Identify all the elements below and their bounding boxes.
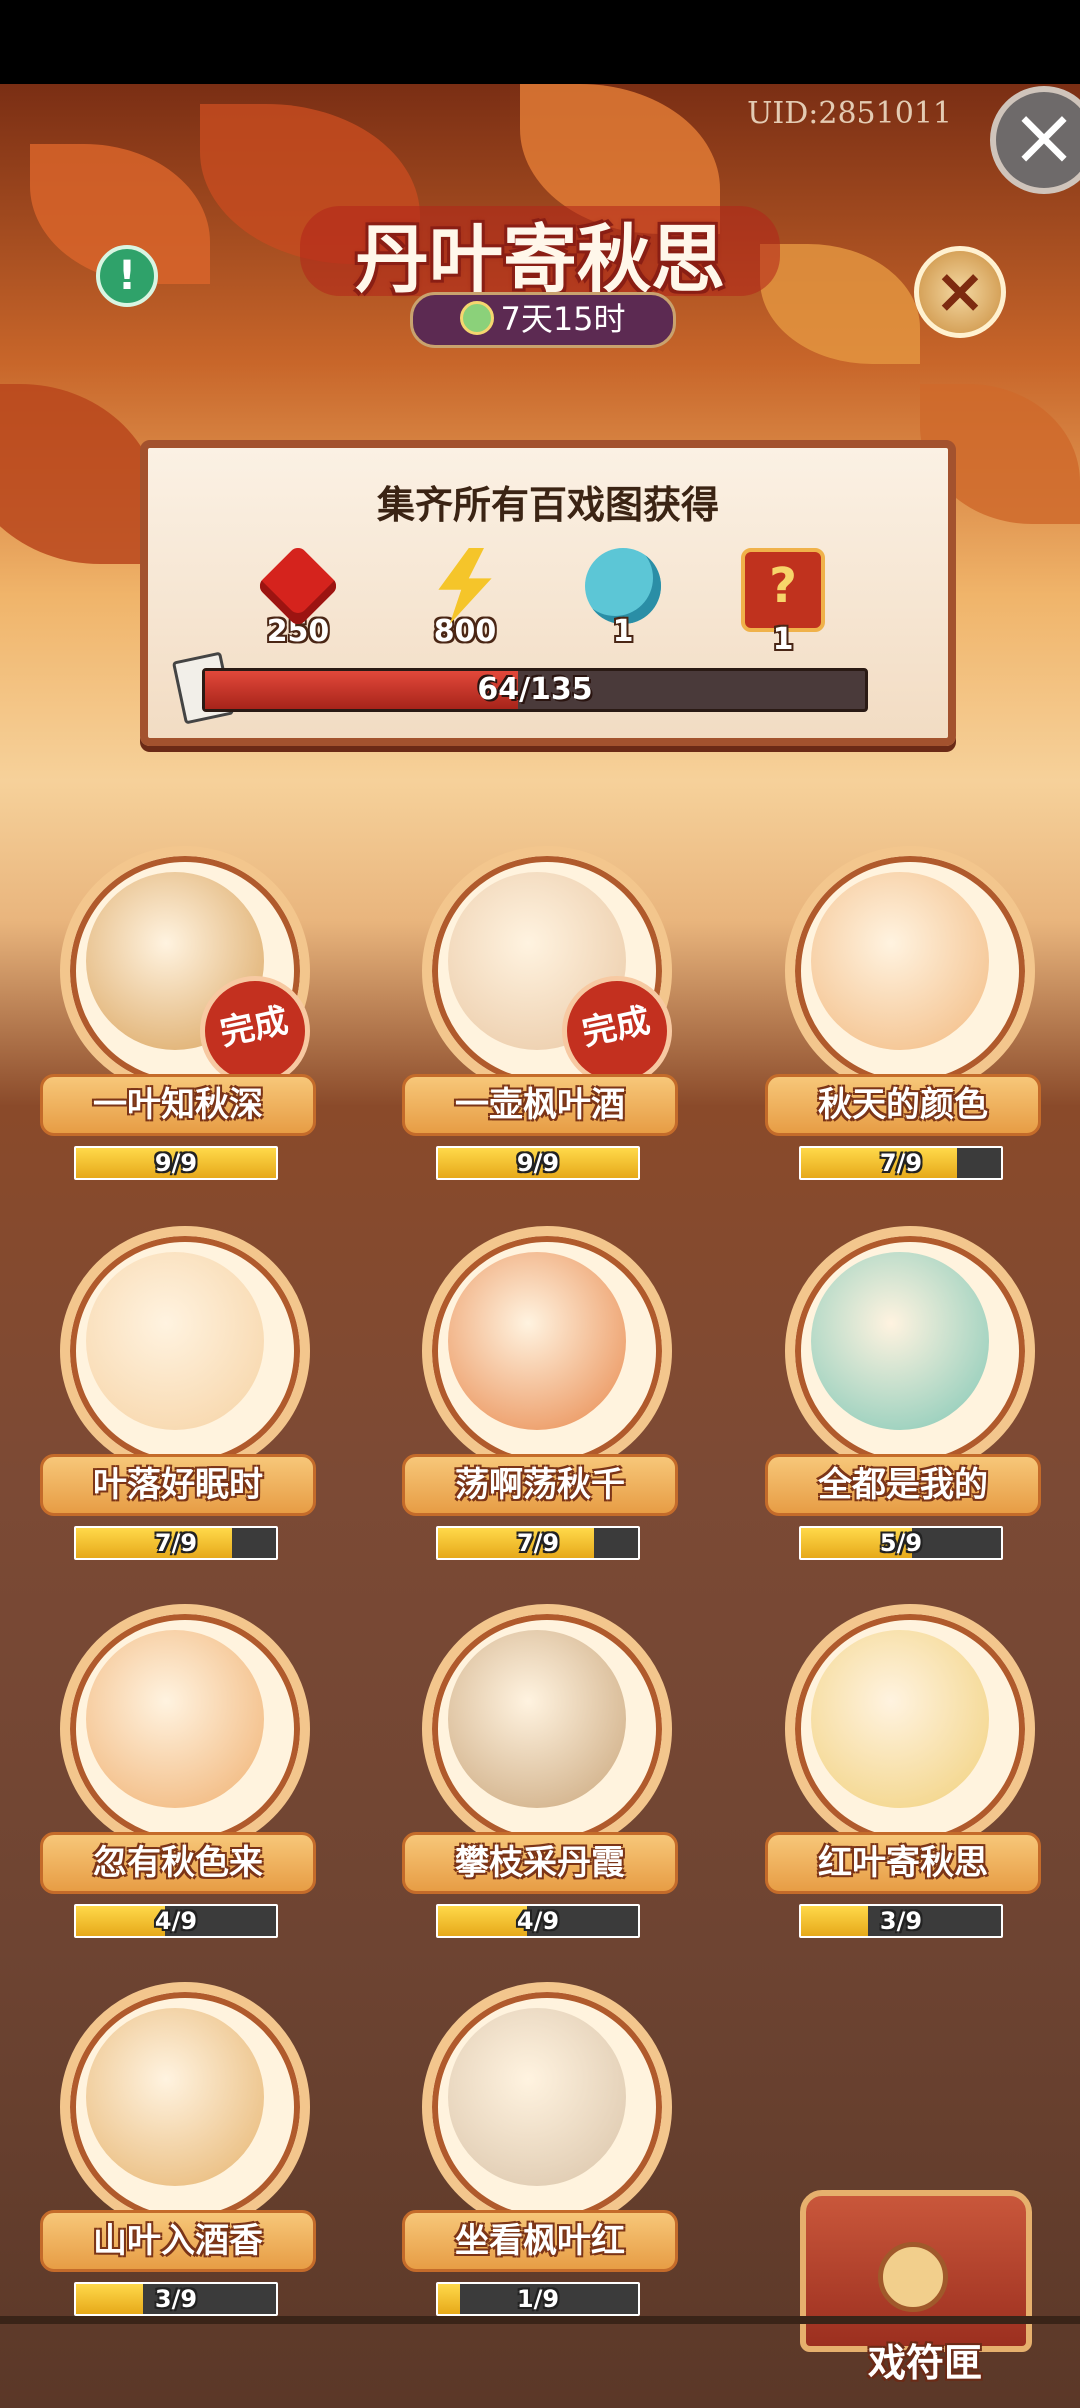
collection-progress-text: 7/9	[154, 1529, 198, 1557]
collection-progress: 1/9	[436, 2282, 640, 2316]
collection-progress: 3/9	[74, 2282, 278, 2316]
reward-qty: 1	[772, 622, 794, 657]
collection-medal	[60, 1226, 310, 1476]
collection-name: 攀枝采丹霞	[402, 1832, 678, 1894]
reward-qty: 800	[433, 614, 497, 649]
collection-illustration	[448, 2008, 626, 2186]
collection-medal	[60, 1604, 310, 1854]
reward-qty: 1	[612, 614, 634, 649]
collection-progress-text: 1/9	[516, 2285, 560, 2313]
collection-illustration	[86, 1630, 264, 1808]
close-button[interactable]: ×	[914, 246, 1006, 338]
collection-progress: 4/9	[74, 1904, 278, 1938]
collection-illustration	[811, 1630, 989, 1808]
collection-name: 山叶入酒香	[40, 2210, 316, 2272]
collection-card[interactable]: 全都是我的 5/9	[765, 1226, 1041, 1586]
collection-medal	[785, 1604, 1035, 1854]
collection-card[interactable]: 荡啊荡秋千 7/9	[402, 1226, 678, 1586]
collection-card[interactable]: 完成 一叶知秋深 9/9	[40, 846, 321, 1206]
collection-progress: 9/9	[436, 1146, 640, 1180]
maple-leaf-decoration	[0, 384, 160, 564]
collection-progress-text: 5/9	[879, 1529, 923, 1557]
collection-name: 荡啊荡秋千	[402, 1454, 678, 1516]
collection-illustration	[86, 2008, 264, 2186]
collection-medal	[785, 846, 1035, 1096]
timer-text: 7天15时	[500, 300, 626, 338]
collection-medal	[60, 1982, 310, 2232]
collection-name: 全都是我的	[765, 1454, 1041, 1516]
collection-medal	[422, 1226, 672, 1476]
reward-panel: 集齐所有百戏图获得 250 800 1 ? 1 64/135	[140, 440, 956, 746]
collection-name: 一壶枫叶酒	[402, 1074, 678, 1136]
talisman-box-button[interactable]: 戏符匣	[790, 2190, 1032, 2385]
event-timer: 7天15时	[410, 292, 676, 348]
collection-name: 秋天的颜色	[765, 1074, 1041, 1136]
collection-illustration	[811, 872, 989, 1050]
collection-name: 叶落好眠时	[40, 1454, 316, 1516]
collection-medal	[422, 1982, 672, 2232]
collection-name: 坐看枫叶红	[402, 2210, 678, 2272]
magic-gourd-icon	[585, 548, 661, 624]
chest-lock-icon	[878, 2242, 948, 2312]
reward-item[interactable]: ? 1	[728, 548, 838, 657]
lightning-bolt-icon	[438, 548, 492, 624]
collection-card[interactable]: 忽有秋色来 4/9	[40, 1604, 316, 1964]
collection-card[interactable]: 完成 一壶枫叶酒 9/9	[402, 846, 683, 1206]
reward-item[interactable]: 250	[243, 544, 353, 649]
collection-medal	[422, 1604, 672, 1854]
collection-progress: 9/9	[74, 1146, 278, 1180]
collection-card[interactable]: 秋天的颜色 7/9	[765, 846, 1041, 1206]
chest-label: 戏符匣	[867, 2340, 982, 2385]
collection-name: 忽有秋色来	[40, 1832, 316, 1894]
collection-card[interactable]: 坐看枫叶红 1/9	[402, 1982, 678, 2342]
floor-divider	[0, 2316, 1080, 2324]
collection-name: 一叶知秋深	[40, 1074, 316, 1136]
collection-progress-text: 9/9	[516, 1149, 560, 1177]
collection-card[interactable]: 攀枝采丹霞 4/9	[402, 1604, 678, 1964]
clock-icon	[460, 301, 495, 335]
reward-panel-title: 集齐所有百戏图获得	[376, 482, 719, 527]
mystery-chest-icon: ?	[741, 548, 825, 632]
uid-label: UID:2851011	[747, 96, 952, 131]
collection-progress-text: 4/9	[154, 1907, 198, 1935]
collection-illustration	[86, 1252, 264, 1430]
collection-progress: 7/9	[74, 1526, 278, 1560]
collection-name: 红叶寄秋思	[765, 1832, 1041, 1894]
collection-progress-text: 4/9	[516, 1907, 560, 1935]
collection-progress-text: 3/9	[154, 2285, 198, 2313]
collection-progress: 4/9	[436, 1904, 640, 1938]
collection-progress-text: 9/9	[154, 1149, 198, 1177]
collection-card[interactable]: 山叶入酒香 3/9	[40, 1982, 316, 2342]
collection-progress-bar: 64/135	[202, 668, 868, 712]
collection-progress: 3/9	[799, 1904, 1003, 1938]
progress-text: 64/135	[477, 672, 593, 707]
collection-progress: 7/9	[799, 1146, 1003, 1180]
collection-illustration	[811, 1252, 989, 1430]
collection-illustration	[448, 1630, 626, 1808]
collection-progress-text: 3/9	[879, 1907, 923, 1935]
collection-progress-text: 7/9	[516, 1529, 560, 1557]
collection-progress: 5/9	[799, 1526, 1003, 1560]
collection-medal	[785, 1226, 1035, 1476]
collection-progress: 7/9	[436, 1526, 640, 1560]
collection-card[interactable]: 红叶寄秋思 3/9	[765, 1604, 1041, 1964]
status-bar	[0, 0, 1080, 84]
collection-card[interactable]: 叶落好眠时 7/9	[40, 1226, 316, 1586]
reward-item[interactable]: 1	[568, 548, 678, 649]
reward-item[interactable]: 800	[410, 548, 520, 649]
collection-illustration	[448, 1252, 626, 1430]
collection-progress-text: 7/9	[879, 1149, 923, 1177]
